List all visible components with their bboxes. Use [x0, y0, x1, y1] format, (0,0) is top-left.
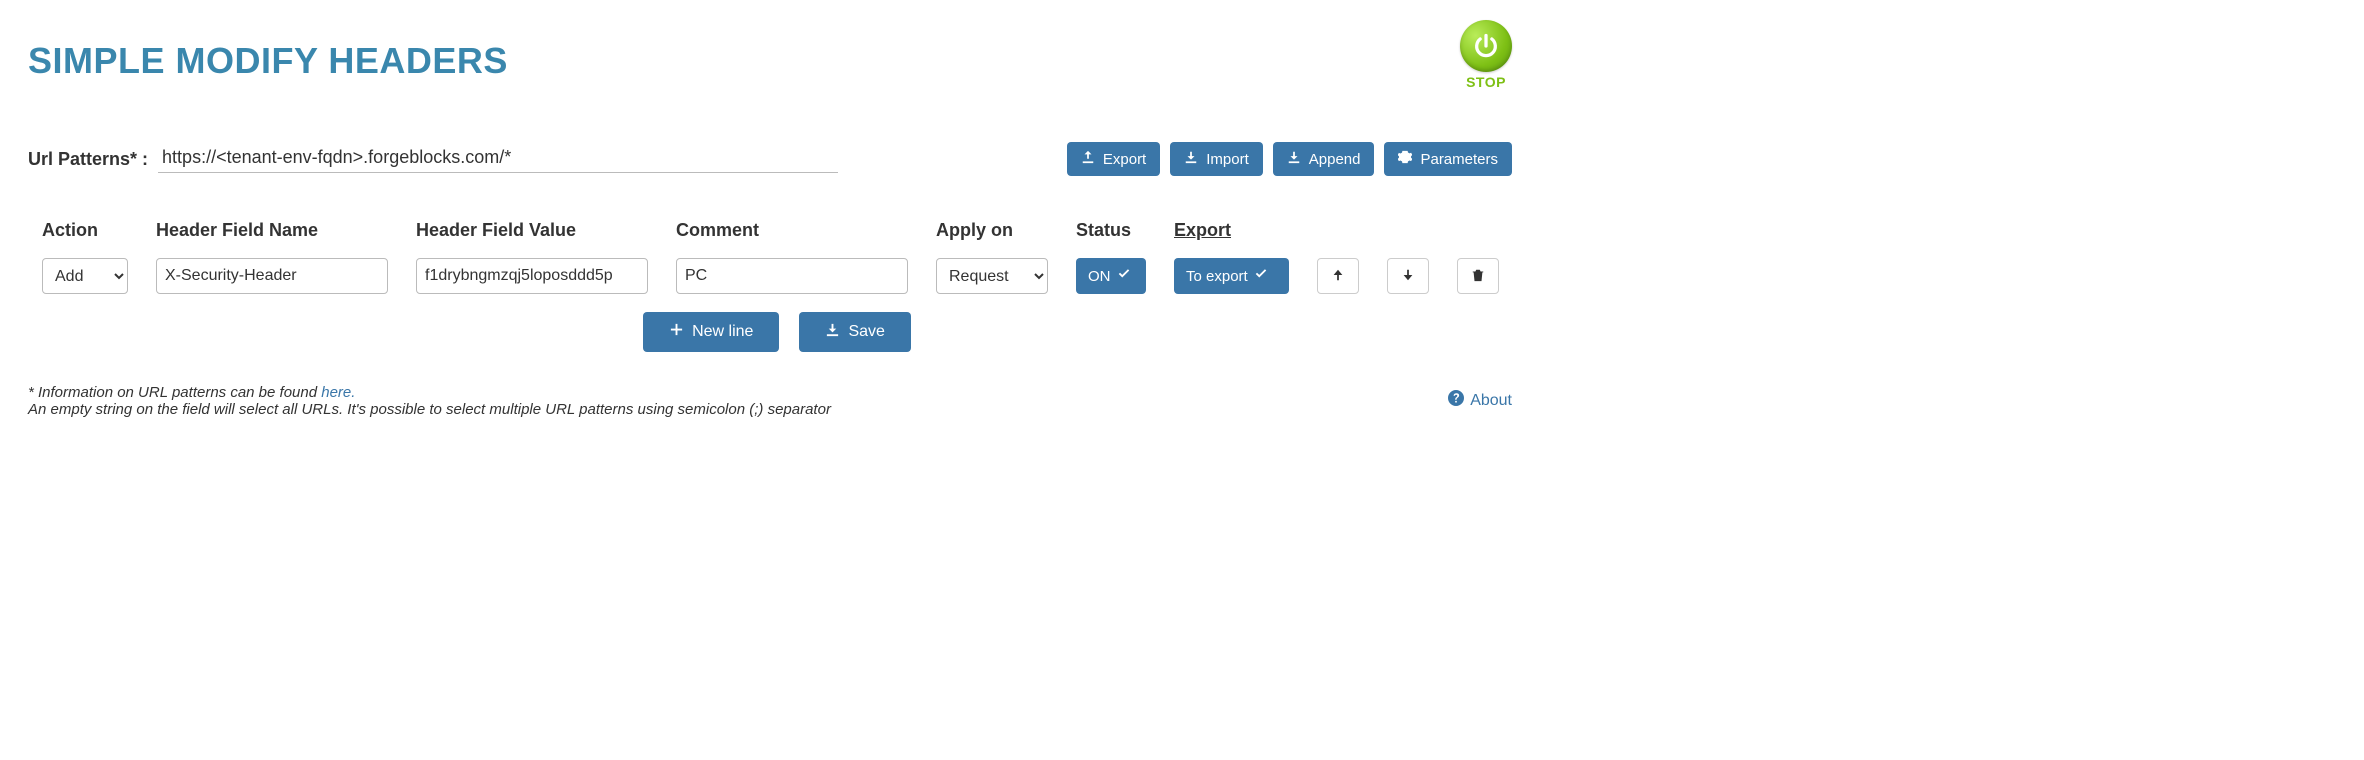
comment-input[interactable]	[676, 258, 908, 294]
status-label: ON	[1088, 268, 1111, 285]
move-up-button[interactable]	[1317, 258, 1359, 294]
export-icon	[1081, 150, 1095, 168]
new-line-label: New line	[692, 323, 753, 341]
export-button[interactable]: Export	[1067, 142, 1160, 176]
column-header-field-value: Header Field Value	[416, 220, 648, 244]
new-line-button[interactable]: New line	[643, 312, 779, 352]
footer-info-line2: An empty string on the field will select…	[28, 401, 831, 418]
url-patterns-label: Url Patterns* :	[28, 149, 148, 170]
save-label: Save	[848, 323, 884, 341]
header-field-value-input[interactable]	[416, 258, 648, 294]
append-icon	[1287, 150, 1301, 168]
import-button-label: Import	[1206, 151, 1249, 168]
import-button[interactable]: Import	[1170, 142, 1263, 176]
save-button[interactable]: Save	[799, 312, 910, 352]
stop-button[interactable]: STOP	[1460, 20, 1512, 90]
page-title: SIMPLE MODIFY HEADERS	[28, 40, 508, 82]
move-down-button[interactable]	[1387, 258, 1429, 294]
url-patterns-input[interactable]	[158, 145, 838, 173]
footer-info-prefix: * Information on URL patterns can be fou…	[28, 384, 321, 401]
gear-icon	[1398, 150, 1412, 168]
arrow-up-icon	[1331, 268, 1345, 285]
check-icon	[1117, 267, 1131, 285]
parameters-button-label: Parameters	[1420, 151, 1498, 168]
parameters-button[interactable]: Parameters	[1384, 142, 1512, 176]
header-field-name-input[interactable]	[156, 258, 388, 294]
stop-label: STOP	[1460, 74, 1512, 90]
to-export-label: To export	[1186, 268, 1248, 285]
about-label: About	[1470, 392, 1512, 410]
delete-button[interactable]	[1457, 258, 1499, 294]
action-select[interactable]: Add	[42, 258, 128, 294]
append-button-label: Append	[1309, 151, 1361, 168]
apply-on-select[interactable]: Request	[936, 258, 1048, 294]
check-icon	[1254, 267, 1268, 285]
download-icon	[825, 322, 840, 342]
column-header-comment: Comment	[676, 220, 908, 244]
import-icon	[1184, 150, 1198, 168]
about-link[interactable]: About	[1448, 390, 1512, 411]
trash-icon	[1471, 268, 1485, 285]
to-export-toggle[interactable]: To export	[1174, 258, 1289, 294]
footer-here-link[interactable]: here.	[321, 384, 355, 401]
plus-icon	[669, 322, 684, 342]
column-header-status: Status	[1076, 220, 1146, 244]
column-header-apply-on: Apply on	[936, 220, 1048, 244]
column-header-export: Export	[1174, 220, 1289, 244]
append-button[interactable]: Append	[1273, 142, 1375, 176]
power-icon	[1460, 20, 1512, 72]
column-header-action: Action	[42, 220, 128, 244]
help-icon	[1448, 390, 1464, 411]
arrow-down-icon	[1401, 268, 1415, 285]
export-button-label: Export	[1103, 151, 1146, 168]
column-header-field-name: Header Field Name	[156, 220, 388, 244]
status-toggle[interactable]: ON	[1076, 258, 1146, 294]
